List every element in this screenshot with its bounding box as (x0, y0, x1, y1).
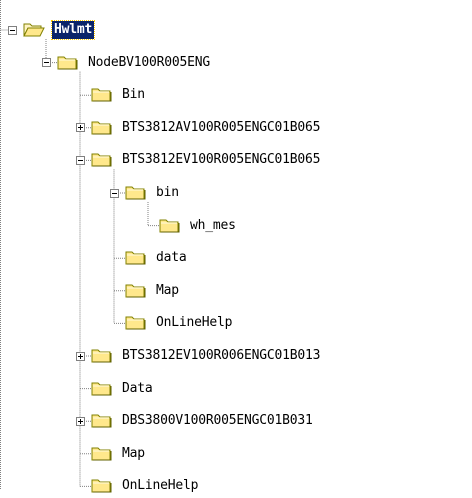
tree-node-label[interactable]: Data (120, 380, 155, 398)
folder-icon (125, 184, 147, 201)
tree-node[interactable]: data (0, 248, 472, 268)
plus-expander-icon[interactable] (75, 351, 85, 361)
plus-expander-icon[interactable] (75, 416, 85, 426)
tree-node-label[interactable]: Bin (120, 86, 147, 104)
tree-node[interactable]: Map (0, 281, 472, 301)
tree-node[interactable]: BTS3812EV100R005ENGC01B065 (0, 150, 472, 170)
tree-node-label[interactable]: data (154, 249, 189, 267)
tree-node[interactable]: BTS3812EV100R006ENGC01B013 (0, 346, 472, 366)
folder-icon (125, 249, 147, 266)
folder-icon (91, 151, 113, 168)
tree-node[interactable]: Map (0, 444, 472, 464)
tree-node-label[interactable]: Map (154, 282, 181, 300)
folder-icon (91, 119, 113, 136)
folder-icon (91, 380, 113, 397)
folder-icon (91, 445, 113, 462)
folder-tree: Hwlmt NodeBV100R005ENG Bin BTS3812AV100R005… (0, 0, 472, 493)
tree-node-label[interactable]: wh_mes (188, 217, 238, 235)
tree-node-label[interactable]: Map (120, 445, 147, 463)
tree-node-label[interactable]: BTS3812EV100R006ENGC01B013 (120, 347, 322, 365)
folder-icon (91, 347, 113, 364)
plus-expander-icon[interactable] (75, 123, 85, 133)
tree-node-label[interactable]: OnLineHelp (120, 477, 200, 495)
tree-node[interactable]: bin (0, 183, 472, 203)
tree-node[interactable]: BTS3812AV100R005ENGC01B065 (0, 118, 472, 138)
tree-node-label[interactable]: DBS3800V100R005ENGC01B031 (120, 412, 315, 430)
minus-expander-icon[interactable] (109, 188, 119, 198)
tree-node-label[interactable]: NodeBV100R005ENG (86, 54, 212, 72)
tree-node-label[interactable]: bin (154, 184, 181, 202)
folder-icon (125, 314, 147, 331)
minus-expander-icon[interactable] (41, 58, 51, 68)
minus-expander-icon[interactable] (75, 155, 85, 165)
folder-icon (91, 86, 113, 103)
folder-icon (159, 217, 181, 234)
tree-node[interactable]: Hwlmt (0, 20, 472, 40)
tree-node[interactable]: Bin (0, 85, 472, 105)
folder-open-icon (23, 21, 45, 38)
tree-node[interactable]: NodeBV100R005ENG (0, 53, 472, 73)
tree-node-label[interactable]: Hwlmt (50, 20, 96, 40)
folder-icon (91, 412, 113, 429)
tree-node-label[interactable]: OnLineHelp (154, 314, 234, 332)
tree-node[interactable]: OnLineHelp (0, 476, 472, 496)
tree-node[interactable]: OnLineHelp (0, 313, 472, 333)
tree-node[interactable]: wh_mes (0, 216, 472, 236)
tree-node-label[interactable]: BTS3812AV100R005ENGC01B065 (120, 119, 322, 137)
tree-node[interactable]: Data (0, 379, 472, 399)
folder-icon (125, 282, 147, 299)
folder-icon (91, 477, 113, 494)
tree-node-label[interactable]: BTS3812EV100R005ENGC01B065 (120, 151, 322, 169)
tree-node[interactable]: DBS3800V100R005ENGC01B031 (0, 411, 472, 431)
minus-expander-icon[interactable] (7, 25, 17, 35)
folder-icon (57, 54, 79, 71)
